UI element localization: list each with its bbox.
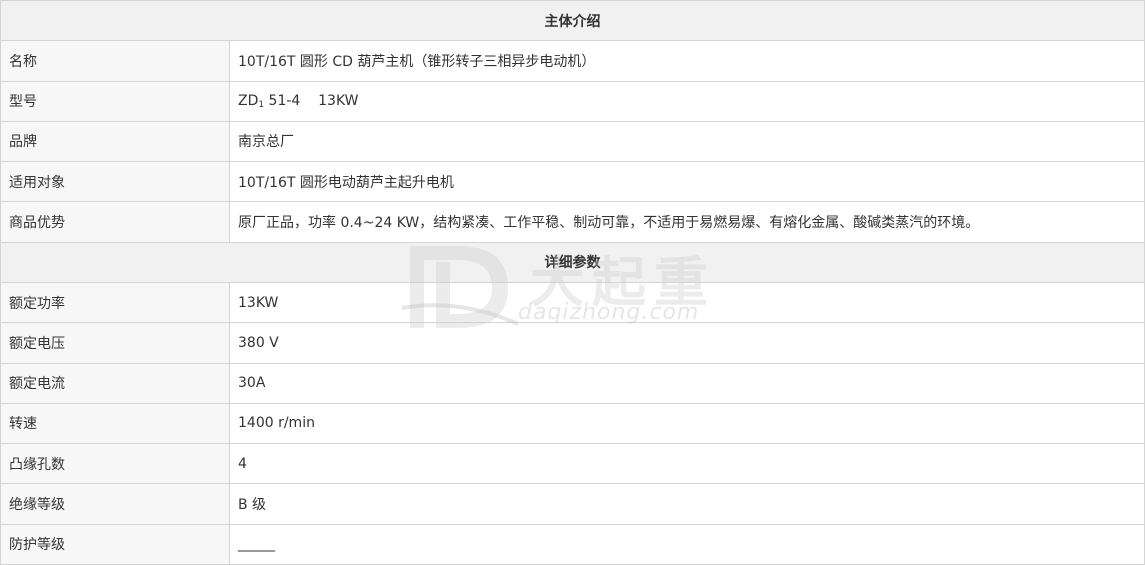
row-label-name: 名称: [0, 40, 230, 82]
table-row: 转速 1400 r/min: [0, 402, 1145, 445]
row-value-rated-voltage: 380 V: [229, 322, 1145, 364]
table-row: 凸缘孔数 4: [0, 443, 1145, 485]
row-value-name: 10T/16T 圆形 CD 葫芦主机（锥形转子三相异步电动机）: [229, 40, 1145, 82]
row-value-insulation-class: B 级: [229, 483, 1145, 525]
row-label-protection-class: 防护等级: [0, 523, 230, 565]
model-prefix: ZD: [238, 92, 259, 109]
row-label-flange-holes: 凸缘孔数: [0, 443, 230, 485]
table-row: 绝缘等级 B 级: [0, 483, 1145, 525]
row-label-speed: 转速: [0, 402, 230, 445]
row-value-rated-current: 30A: [229, 362, 1145, 404]
section-title-intro: 主体介绍: [0, 0, 1145, 42]
table-row: 防护等级 ______: [0, 523, 1145, 565]
table-row: 适用对象 10T/16T 圆形电动葫芦主起升电机: [0, 161, 1145, 203]
row-value-brand: 南京总厂: [229, 120, 1145, 163]
row-value-speed: 1400 r/min: [229, 402, 1145, 445]
row-value-application: 10T/16T 圆形电动葫芦主起升电机: [229, 161, 1145, 203]
table-row: 额定电压 380 V: [0, 322, 1145, 364]
section-row-params: 详细参数: [0, 241, 1145, 283]
row-label-advantage: 商品优势: [0, 201, 230, 243]
row-label-model: 型号: [0, 80, 230, 122]
row-value-advantage: 原厂正品，功率 0.4~24 KW，结构紧凑、工作平稳、制动可靠，不适用于易燃易…: [229, 201, 1145, 243]
row-label-brand: 品牌: [0, 120, 230, 163]
row-value-model: ZD1 51-4 13KW: [229, 80, 1145, 122]
model-suffix: 51-4 13KW: [264, 92, 359, 109]
spec-table: 主体介绍 名称 10T/16T 圆形 CD 葫芦主机（锥形转子三相异步电动机） …: [0, 0, 1145, 565]
table-row: 品牌 南京总厂: [0, 120, 1145, 163]
section-title-params: 详细参数: [0, 241, 1145, 283]
table-row: 名称 10T/16T 圆形 CD 葫芦主机（锥形转子三相异步电动机）: [0, 40, 1145, 82]
row-label-rated-voltage: 额定电压: [0, 322, 230, 364]
table-row: 额定功率 13KW: [0, 281, 1145, 324]
table-row: 商品优势 原厂正品，功率 0.4~24 KW，结构紧凑、工作平稳、制动可靠，不适…: [0, 201, 1145, 243]
row-label-application: 适用对象: [0, 161, 230, 203]
row-value-flange-holes: 4: [229, 443, 1145, 485]
row-label-insulation-class: 绝缘等级: [0, 483, 230, 525]
table-row: 型号 ZD1 51-4 13KW: [0, 80, 1145, 122]
row-value-rated-power: 13KW: [229, 281, 1145, 324]
row-value-protection-class: ______: [229, 523, 1145, 565]
section-row-intro: 主体介绍: [0, 0, 1145, 42]
row-label-rated-current: 额定电流: [0, 362, 230, 404]
table-row: 额定电流 30A: [0, 362, 1145, 404]
row-label-rated-power: 额定功率: [0, 281, 230, 324]
